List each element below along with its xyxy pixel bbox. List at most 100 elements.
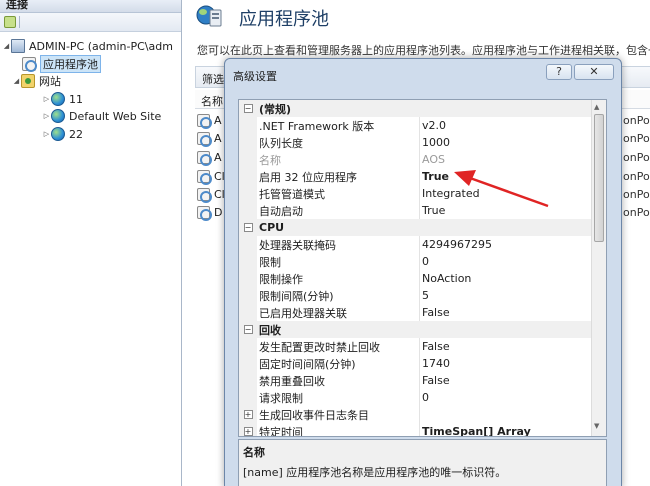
property-name: 托管管道模式 xyxy=(259,187,325,201)
property-row-disallow-rotation[interactable]: 发生配置更改时禁止回收 False xyxy=(239,338,592,355)
app-pool-icon xyxy=(197,151,212,166)
list-item[interactable]: Cl xyxy=(197,168,225,185)
collapse-arrow-icon[interactable]: ◢ xyxy=(2,42,11,50)
list-item[interactable]: Cl xyxy=(197,186,225,203)
app-pool-icon xyxy=(197,132,212,147)
tree-item-sites[interactable]: ◢ 网站 xyxy=(12,72,61,90)
filter-label[interactable]: 筛选 xyxy=(202,71,224,87)
dialog-title: 高级设置 xyxy=(233,70,277,83)
pipeline-fragment: onPoo xyxy=(623,170,650,183)
property-name: 名称 xyxy=(259,153,281,167)
tree-item-server-label: ADMIN-PC (admin-PC\adm xyxy=(29,39,173,53)
property-row-limit-interval[interactable]: 限制间隔(分钟) 5 xyxy=(239,287,592,304)
collapse-icon[interactable]: − xyxy=(243,325,253,334)
row-gutter xyxy=(239,168,257,185)
page-description: 您可以在此页上查看和管理服务器上的应用程序池列表。应用程序池与工作进程相关联，包… xyxy=(197,44,650,57)
property-value[interactable]: 4294967295 xyxy=(419,236,592,253)
property-row-netfx[interactable]: .NET Framework 版本 v2.0 xyxy=(239,117,592,134)
property-row-limit-action[interactable]: 限制操作 NoAction xyxy=(239,270,592,287)
tree-item-app-pools-label: 应用程序池 xyxy=(40,55,101,73)
property-grid: − (常规) .NET Framework 版本 v2.0 队列长度 1000 … xyxy=(238,99,607,437)
scroll-down-icon[interactable]: ▼ xyxy=(594,422,599,430)
property-value[interactable]: 0 xyxy=(419,389,592,406)
property-row-disallow-overlap[interactable]: 禁用重叠回收 False xyxy=(239,372,592,389)
tree-item-site[interactable]: ▷ 22 xyxy=(42,125,83,143)
expand-icon[interactable]: + xyxy=(243,410,253,419)
help-button[interactable]: ? xyxy=(546,64,572,80)
globe-icon xyxy=(51,109,65,123)
collapse-icon[interactable]: − xyxy=(243,104,253,113)
app-pools-page-icon xyxy=(196,5,222,27)
property-value[interactable]: 1000 xyxy=(419,134,592,151)
pool-name-fragment: A xyxy=(214,132,222,145)
expand-arrow-icon[interactable]: ▷ xyxy=(42,95,51,103)
collapse-icon[interactable]: − xyxy=(243,223,253,232)
property-row-specific-times[interactable]: + 特定时间 TimeSpan[] Array xyxy=(239,423,592,437)
property-value[interactable]: NoAction xyxy=(419,270,592,287)
tree-item-site-label: 11 xyxy=(69,92,83,106)
tree-item-site[interactable]: ▷ 11 xyxy=(42,90,83,108)
property-name: 特定时间 xyxy=(259,425,303,437)
property-value[interactable]: TimeSpan[] Array xyxy=(419,423,592,436)
expand-arrow-icon[interactable]: ▷ xyxy=(42,112,51,120)
property-name: 自动启动 xyxy=(259,204,303,218)
row-gutter xyxy=(239,253,257,270)
property-value[interactable]: False xyxy=(419,372,592,389)
computer-icon xyxy=(11,39,25,53)
property-row-limit[interactable]: 限制 0 xyxy=(239,253,592,270)
property-name: 禁用重叠回收 xyxy=(259,374,325,388)
expand-icon[interactable]: + xyxy=(243,427,253,436)
property-name: 发生配置更改时禁止回收 xyxy=(259,340,380,354)
property-value[interactable]: 0 xyxy=(419,253,592,270)
list-item[interactable]: A xyxy=(197,130,222,147)
vertical-scrollbar[interactable]: ▲ ▼ xyxy=(591,100,606,436)
connect-icon[interactable] xyxy=(4,16,16,28)
pool-name-fragment: D xyxy=(214,206,223,219)
category-gutter: − xyxy=(239,219,257,236)
property-row-log-events[interactable]: + 生成回收事件日志条目 xyxy=(239,406,592,423)
row-gutter xyxy=(239,117,257,134)
property-value[interactable]: 5 xyxy=(419,287,592,304)
pipeline-fragment: onPoo xyxy=(623,188,650,201)
app-pool-icon xyxy=(197,188,212,203)
property-value[interactable] xyxy=(419,406,592,423)
expand-arrow-icon[interactable]: ▷ xyxy=(42,130,51,138)
row-gutter xyxy=(239,202,257,219)
category-general[interactable]: − (常规) xyxy=(239,100,592,117)
collapse-arrow-icon[interactable]: ◢ xyxy=(12,77,21,85)
property-value[interactable]: False xyxy=(419,338,592,355)
annotation-arrow-shaft xyxy=(469,176,549,208)
category-recycle[interactable]: − 回收 xyxy=(239,321,592,338)
category-label: (常规) xyxy=(259,102,292,116)
property-row-affinity-enabled[interactable]: 已启用处理器关联 False xyxy=(239,304,592,321)
property-value[interactable]: False xyxy=(419,304,592,321)
tree-item-site-label: 22 xyxy=(69,127,83,141)
property-row-request-limit[interactable]: 请求限制 0 xyxy=(239,389,592,406)
tree-item-server[interactable]: ◢ ADMIN-PC (admin-PC\adm xyxy=(2,37,173,55)
row-gutter xyxy=(239,151,257,168)
column-header-name[interactable]: 名称 xyxy=(201,93,223,109)
property-name: 限制操作 xyxy=(259,272,303,286)
tree-item-site[interactable]: ▷ Default Web Site xyxy=(42,107,161,125)
list-item[interactable]: D xyxy=(197,204,222,221)
property-value[interactable]: v2.0 xyxy=(419,117,592,134)
property-name: 已启用处理器关联 xyxy=(259,306,347,320)
globe-icon xyxy=(51,92,65,106)
category-cpu[interactable]: − CPU xyxy=(239,219,592,236)
row-gutter xyxy=(239,304,257,321)
property-value[interactable]: 1740 xyxy=(419,355,592,372)
row-gutter xyxy=(239,355,257,372)
list-item[interactable]: A xyxy=(197,112,222,129)
property-row-fixed-interval[interactable]: 固定时间间隔(分钟) 1740 xyxy=(239,355,592,372)
property-name: 请求限制 xyxy=(259,391,303,405)
close-button[interactable]: ✕ xyxy=(574,64,614,80)
list-item[interactable]: A xyxy=(197,149,222,166)
tree-item-site-label: Default Web Site xyxy=(69,109,162,123)
scroll-up-icon[interactable]: ▲ xyxy=(594,103,599,111)
property-name: 生成回收事件日志条目 xyxy=(259,408,369,422)
scroll-thumb[interactable] xyxy=(594,114,604,242)
property-row-affinity-mask[interactable]: 处理器关联掩码 4294967295 xyxy=(239,236,592,253)
tree-item-app-pools[interactable]: 应用程序池 xyxy=(22,55,101,73)
property-name: 处理器关联掩码 xyxy=(259,238,336,252)
property-row-queue[interactable]: 队列长度 1000 xyxy=(239,134,592,151)
